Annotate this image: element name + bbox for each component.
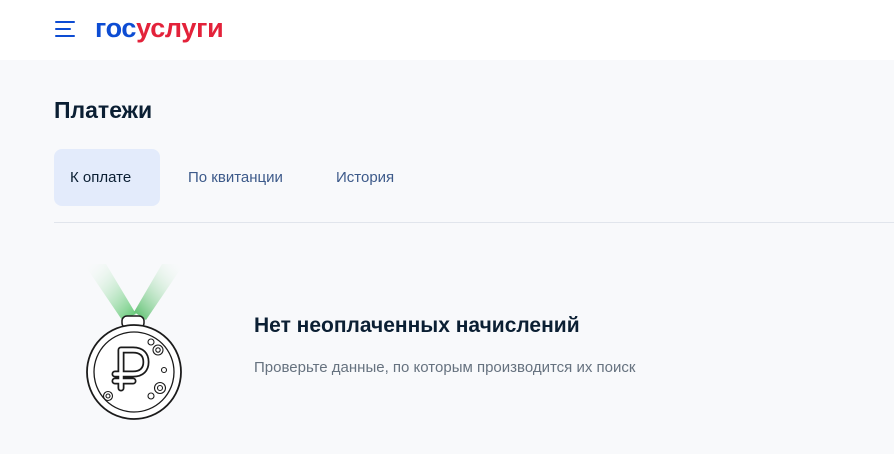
logo-part-uslugi: услуги <box>136 13 224 43</box>
gosuslugi-logo[interactable]: госуслуги <box>95 12 224 44</box>
tab-by-receipt[interactable]: По квитанции <box>188 149 283 206</box>
tab-to-pay[interactable]: К оплате <box>54 149 160 206</box>
ruble-medal-icon <box>78 262 190 422</box>
tab-history[interactable]: История <box>336 149 394 206</box>
hamburger-icon[interactable] <box>55 20 77 38</box>
logo-part-gos: гос <box>95 13 137 43</box>
header: госуслуги <box>0 0 894 60</box>
tabs-divider <box>54 222 894 223</box>
empty-state-title: Нет неоплаченных начислений <box>254 314 580 337</box>
page-title: Платежи <box>54 97 153 123</box>
empty-state-description: Проверьте данные, по которым производитс… <box>254 359 636 376</box>
